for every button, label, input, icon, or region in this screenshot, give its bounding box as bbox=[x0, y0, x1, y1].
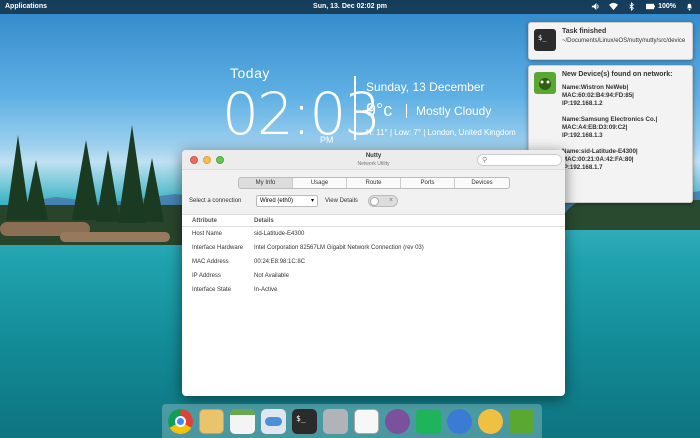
connection-label: Select a connection bbox=[189, 198, 242, 204]
device-ip: IP:192.168.1.3 bbox=[562, 132, 603, 139]
chrome-icon[interactable] bbox=[168, 408, 193, 434]
cell-details: sid-Latitude-E4300 bbox=[254, 231, 305, 237]
notifications-icon[interactable] bbox=[685, 2, 694, 11]
connection-select[interactable]: Wired (eth0) ▾ bbox=[256, 195, 318, 207]
nutty-icon[interactable] bbox=[509, 408, 534, 434]
nutty-icon bbox=[534, 72, 556, 94]
terminal-icon[interactable]: $_ bbox=[292, 408, 317, 434]
device-mac: MAC:00:21:0A:42:FA:80| bbox=[562, 156, 634, 163]
tab-devices[interactable]: Devices bbox=[455, 178, 509, 188]
terminal-icon: $_ bbox=[534, 29, 556, 51]
mail-icon[interactable] bbox=[199, 408, 224, 434]
widget-details: H: 11° | Low: 7° | London, United Kingdo… bbox=[366, 128, 516, 137]
shoreline-right bbox=[560, 200, 700, 230]
view-details-label: View Details bbox=[325, 198, 358, 204]
table-row[interactable]: Host Name sid-Latitude-E4300 bbox=[182, 227, 565, 241]
slingshot-icon[interactable] bbox=[416, 408, 441, 434]
device-entry: Name:Wistron NeWeb| MAC:60:02:B4:94:FD:8… bbox=[562, 84, 690, 108]
cell-details: In-Active bbox=[254, 287, 278, 293]
table-header: Attribute Details bbox=[182, 216, 565, 227]
window-titlebar[interactable]: Nutty Network Utility ⚲ bbox=[182, 150, 565, 170]
info-table: Attribute Details Host Name sid-Latitude… bbox=[182, 216, 565, 297]
device-mac: MAC:A4:EB:D3:09:C2| bbox=[562, 124, 628, 131]
cell-details: 00:24:E8:98:1C:8C bbox=[254, 259, 306, 265]
nutty-window: Nutty Network Utility ⚲ My Info Usage Ro… bbox=[182, 150, 565, 396]
column-header-details[interactable]: Details bbox=[244, 216, 565, 226]
files-icon[interactable] bbox=[323, 408, 348, 434]
text-editor-icon[interactable] bbox=[354, 408, 379, 434]
device-name: Name:Samsung Electronics Co.| bbox=[562, 116, 658, 123]
cell-attribute: Interface Hardware bbox=[192, 245, 244, 251]
settings-toggle-icon[interactable] bbox=[261, 408, 286, 434]
tab-usage[interactable]: Usage bbox=[293, 178, 347, 188]
dock: $_ bbox=[162, 404, 542, 438]
widget-ampm: PM bbox=[320, 135, 334, 145]
search-input[interactable]: ⚲ bbox=[477, 154, 562, 166]
device-ip: IP:192.168.1.2 bbox=[562, 100, 603, 107]
device-mac: MAC:60:02:B4:94:FD:85| bbox=[562, 92, 634, 99]
tab-ports[interactable]: Ports bbox=[401, 178, 455, 188]
column-header-attribute[interactable]: Attribute bbox=[182, 216, 244, 226]
widget-time: 02:03 bbox=[222, 80, 381, 148]
system-tray: 100% bbox=[591, 2, 694, 11]
view-details-toggle[interactable]: × bbox=[368, 195, 398, 207]
device-entry: Name:Samsung Electronics Co.| MAC:A4:EB:… bbox=[562, 116, 690, 140]
bird-icon[interactable] bbox=[447, 408, 472, 434]
tree bbox=[24, 160, 48, 220]
tab-bar: My Info Usage Route Ports Devices bbox=[238, 177, 510, 189]
desktop-clock-widget: Today 02:03 PM Sunday, 13 December 9°c M… bbox=[222, 62, 552, 152]
widget-separator bbox=[406, 104, 407, 118]
table-row[interactable]: IP Address Not Available bbox=[182, 269, 565, 283]
toggle-knob bbox=[370, 197, 379, 206]
widget-date: Sunday, 13 December bbox=[366, 80, 485, 94]
top-panel: Applications Sun, 13. Dec 02:02 pm 100% bbox=[0, 0, 700, 14]
task-notification[interactable]: $_ Task finished ~/Documents/Linux/eOS/n… bbox=[528, 22, 693, 60]
search-icon: ⚲ bbox=[482, 157, 488, 164]
notification-title: New Device(s) found on network: bbox=[562, 71, 673, 78]
tab-route[interactable]: Route bbox=[347, 178, 401, 188]
toolbar: My Info Usage Route Ports Devices Select… bbox=[182, 170, 565, 215]
connection-value: Wired (eth0) bbox=[260, 198, 294, 204]
coffee-icon[interactable] bbox=[478, 408, 503, 434]
wifi-icon[interactable] bbox=[609, 2, 619, 11]
device-list: Name:Wistron NeWeb| MAC:60:02:B4:94:FD:8… bbox=[562, 84, 690, 180]
device-name: Name:Wistron NeWeb| bbox=[562, 84, 629, 91]
volume-icon[interactable] bbox=[591, 2, 600, 11]
spreadsheet-icon[interactable] bbox=[230, 408, 255, 434]
tab-my-info[interactable]: My Info bbox=[239, 178, 293, 188]
rock bbox=[60, 232, 170, 242]
cell-attribute: Host Name bbox=[192, 231, 223, 237]
widget-divider bbox=[354, 76, 356, 140]
widget-condition: Mostly Cloudy bbox=[416, 104, 492, 118]
widget-temperature: 9°c bbox=[366, 100, 393, 120]
chevron-down-icon: ▾ bbox=[310, 198, 314, 204]
table-row[interactable]: MAC Address 00:24:E8:98:1C:8C bbox=[182, 255, 565, 269]
viber-icon[interactable] bbox=[385, 408, 410, 434]
cell-attribute: Interface State bbox=[192, 287, 232, 293]
cell-details: Not Available bbox=[254, 273, 289, 279]
device-name: Name:sid-Latitude-E4300| bbox=[562, 148, 638, 155]
notification-title: Task finished bbox=[562, 28, 607, 35]
device-entry: Name:sid-Latitude-E4300| MAC:00:21:0A:42… bbox=[562, 148, 690, 172]
device-ip: IP:192.168.1.7 bbox=[562, 164, 603, 171]
battery-icon[interactable] bbox=[645, 2, 656, 11]
cell-details: Intel Corporation 82567LM Gigabit Networ… bbox=[254, 245, 424, 251]
cell-attribute: MAC Address bbox=[192, 259, 229, 265]
today-label: Today bbox=[230, 65, 270, 81]
tree bbox=[96, 150, 120, 222]
table-row[interactable]: Interface State In-Active bbox=[182, 283, 565, 297]
cell-attribute: IP Address bbox=[192, 273, 221, 279]
battery-percent: 100% bbox=[658, 3, 676, 10]
close-icon: × bbox=[388, 197, 393, 204]
notification-body: ~/Documents/Linux/eOS/nutty/nutty/src/de… bbox=[562, 38, 686, 44]
bluetooth-icon[interactable] bbox=[627, 2, 636, 11]
table-row[interactable]: Interface Hardware Intel Corporation 825… bbox=[182, 241, 565, 255]
tree bbox=[140, 158, 164, 222]
